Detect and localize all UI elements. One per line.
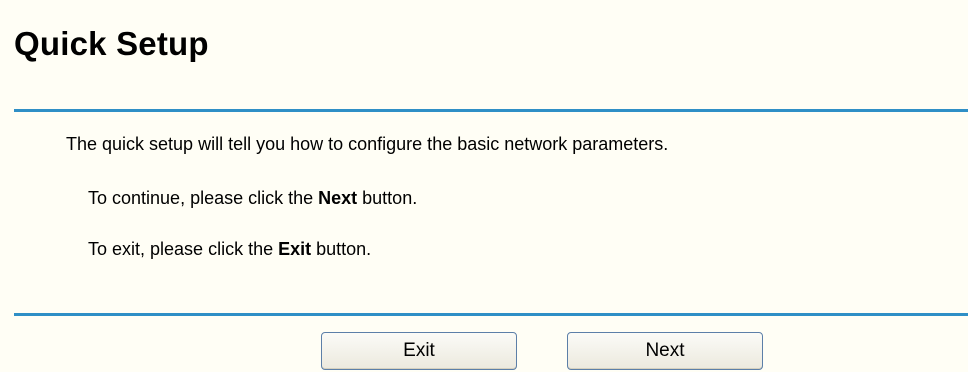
exit-button[interactable]: Exit xyxy=(321,332,517,370)
exit-instruction: To exit, please click the Exit button. xyxy=(88,238,371,260)
exit-prefix: To exit, please click the xyxy=(88,239,279,259)
intro-text: The quick setup will tell you how to con… xyxy=(66,134,669,154)
bottom-divider xyxy=(14,313,968,316)
exit-emphasis: Exit xyxy=(278,239,312,259)
page-title: Quick Setup xyxy=(14,25,209,62)
exit-suffix: button. xyxy=(311,239,372,259)
continue-prefix: To continue, please click the xyxy=(88,188,319,208)
continue-next-emphasis: Next xyxy=(318,188,358,208)
continue-instruction: To continue, please click the Next butto… xyxy=(88,187,417,209)
next-button[interactable]: Next xyxy=(567,332,763,370)
top-divider xyxy=(14,109,968,112)
continue-suffix: button. xyxy=(357,188,418,208)
